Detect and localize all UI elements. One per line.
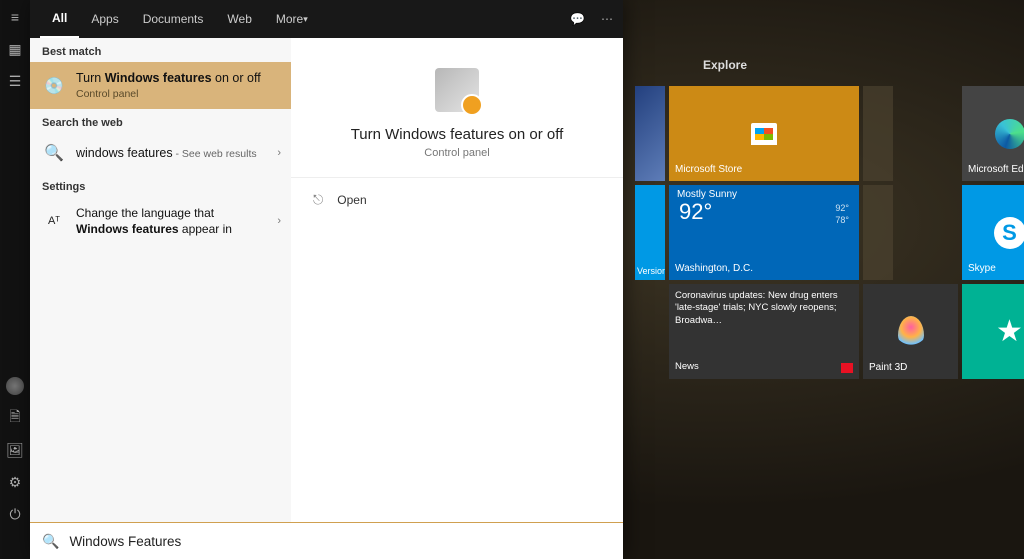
group-label-explore: Explore bbox=[703, 58, 1015, 72]
results-list: Best match 💿 Turn Windows features on or… bbox=[30, 38, 291, 522]
paint3d-icon bbox=[898, 316, 924, 348]
section-search-web: Search the web bbox=[30, 109, 291, 133]
tile-label: Paint 3D bbox=[869, 362, 952, 373]
language-icon: Aᵀ bbox=[42, 209, 66, 233]
tile-paint3d[interactable]: Paint 3D bbox=[863, 284, 958, 379]
tile-news[interactable]: Coronavirus updates: New drug enters 'la… bbox=[669, 284, 859, 379]
tile-label: Microsoft Store bbox=[675, 164, 853, 175]
tile-skype[interactable]: S Skype bbox=[962, 185, 1024, 280]
search-icon: 🔍 bbox=[42, 533, 59, 550]
tile-weather[interactable]: Mostly Sunny 92° 92°78° Washington, D.C. bbox=[669, 185, 859, 280]
result-subtitle: Control panel bbox=[76, 87, 281, 101]
feedback-icon[interactable]: 💬 bbox=[570, 12, 585, 26]
tile-star[interactable]: ★ bbox=[962, 284, 1024, 379]
open-action[interactable]: ⎋ Open bbox=[291, 178, 389, 222]
weather-temp: 92° bbox=[679, 199, 712, 225]
start-rail: ≡ ▦ ☰ 🗎 🖼 ⚙ ⏻ bbox=[0, 0, 30, 559]
result-web[interactable]: 🔍 windows features - See web results › bbox=[30, 133, 291, 173]
star-icon: ★ bbox=[962, 284, 1024, 379]
search-input[interactable] bbox=[69, 534, 611, 549]
search-tabs: All Apps Documents Web More 💬 ⋯ bbox=[30, 0, 623, 38]
result-title: Turn Windows features on or off bbox=[76, 70, 281, 87]
search-panel: All Apps Documents Web More 💬 ⋯ Best mat… bbox=[30, 0, 623, 559]
tile-fragment bbox=[635, 284, 665, 379]
tile-microsoft-edge[interactable]: Microsoft Edge bbox=[962, 86, 1024, 181]
search-icon: 🔍 bbox=[42, 141, 66, 165]
tile-fragment[interactable]: Version bbox=[635, 185, 665, 280]
tile-fragment[interactable] bbox=[863, 86, 893, 181]
tile-label: Version bbox=[637, 266, 665, 276]
news-headline: Coronavirus updates: New drug enters 'la… bbox=[675, 290, 853, 327]
search-box[interactable]: 🔍 bbox=[30, 522, 623, 559]
tile-microsoft-store[interactable]: Microsoft Store bbox=[669, 86, 859, 181]
chevron-right-icon: › bbox=[277, 147, 281, 159]
detail-app-icon bbox=[435, 68, 479, 112]
web-suffix: - See web results bbox=[173, 148, 257, 160]
documents-icon[interactable]: 🗎 bbox=[6, 409, 24, 427]
tab-all[interactable]: All bbox=[40, 0, 79, 38]
tile-label: Skype bbox=[968, 263, 1024, 274]
detail-subtitle: Control panel bbox=[311, 147, 603, 159]
web-term: windows features bbox=[76, 146, 173, 160]
start-tiles: Explore Microsoft Store Microsoft Edge V… bbox=[635, 58, 1015, 379]
weather-location: Washington, D.C. bbox=[675, 263, 853, 274]
menu-icon[interactable]: ≡ bbox=[6, 8, 24, 26]
open-icon: ⎋ bbox=[313, 192, 323, 208]
section-settings: Settings bbox=[30, 173, 291, 197]
skype-icon: S bbox=[994, 217, 1024, 249]
settings-icon[interactable]: ⚙ bbox=[6, 473, 24, 491]
tab-web[interactable]: Web bbox=[215, 0, 263, 38]
section-best-match: Best match bbox=[30, 38, 291, 62]
result-setting[interactable]: Aᵀ Change the language that Windows feat… bbox=[30, 197, 291, 245]
tab-documents[interactable]: Documents bbox=[131, 0, 216, 38]
overflow-icon[interactable]: ⋯ bbox=[601, 12, 613, 26]
pictures-icon[interactable]: 🖼 bbox=[6, 441, 24, 459]
tile-label: News bbox=[675, 361, 853, 373]
list-icon[interactable]: ☰ bbox=[6, 72, 24, 90]
edge-icon bbox=[995, 119, 1024, 149]
tile-label: Microsoft Edge bbox=[968, 164, 1024, 175]
chevron-right-icon: › bbox=[277, 215, 281, 227]
tab-apps[interactable]: Apps bbox=[79, 0, 130, 38]
tile-fragment[interactable] bbox=[863, 185, 893, 280]
setting-title: Change the language that Windows feature… bbox=[76, 205, 267, 237]
open-label: Open bbox=[337, 193, 366, 207]
grid-icon[interactable]: ▦ bbox=[6, 40, 24, 58]
result-best-match[interactable]: 💿 Turn Windows features on or off Contro… bbox=[30, 62, 291, 109]
tile-fragment[interactable] bbox=[635, 86, 665, 181]
result-detail: Turn Windows features on or off Control … bbox=[291, 38, 623, 522]
control-panel-icon: 💿 bbox=[42, 74, 66, 98]
power-icon[interactable]: ⏻ bbox=[6, 505, 24, 523]
detail-title: Turn Windows features on or off bbox=[311, 126, 603, 143]
tab-more[interactable]: More bbox=[264, 0, 320, 38]
user-avatar[interactable] bbox=[6, 377, 24, 395]
store-icon bbox=[751, 123, 777, 145]
